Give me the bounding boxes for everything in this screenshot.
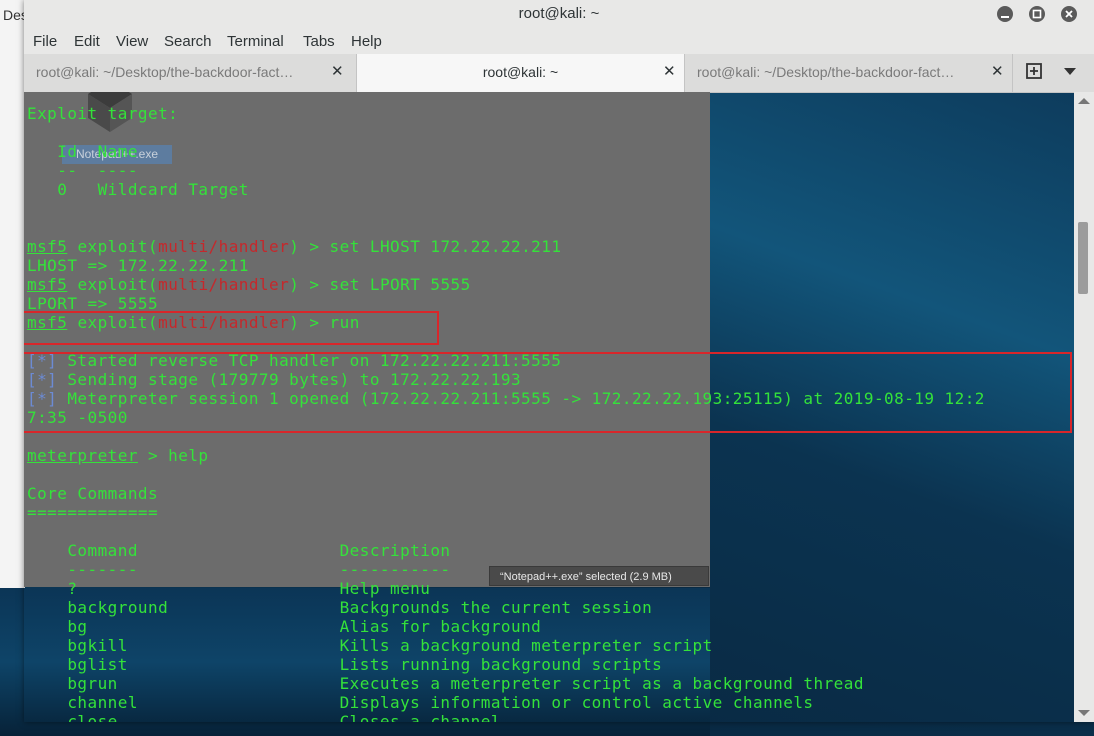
column-description: Description — [339, 541, 451, 560]
menu-bar: File Edit View Search Terminal Tabs Help — [24, 30, 1094, 54]
scroll-down-icon[interactable] — [1078, 710, 1090, 716]
target-table-rule: -- ---- — [27, 161, 138, 180]
tab-backdoor-factory-1[interactable]: root@kali: ~/Desktop/the-backdoor-fact… … — [24, 54, 357, 92]
prompt-exploit: exploit( — [77, 275, 159, 294]
command-name: bgkill — [67, 636, 128, 655]
prompt-end: ) > — [289, 275, 330, 294]
meterpreter-prompt: meterpreter — [27, 446, 138, 465]
column-description-rule: ----------- — [339, 560, 451, 579]
menu-file[interactable]: File — [33, 33, 57, 50]
tab-label: root@kali: ~/Desktop/the-backdoor-fact… — [36, 64, 294, 80]
tab-menu-chevron-down-icon[interactable] — [1064, 68, 1076, 75]
command-name: background — [67, 598, 169, 617]
command-description: Displays information or control active c… — [339, 693, 814, 712]
target-table-header: Id Name — [27, 142, 138, 161]
new-tab-icon[interactable] — [1025, 62, 1043, 80]
menu-view[interactable]: View — [116, 33, 148, 50]
tab-label: root@kali: ~/Desktop/the-backdoor-fact… — [697, 64, 955, 80]
core-commands-header: Core Commands — [27, 484, 159, 503]
command-name: close — [67, 712, 118, 722]
msf-prompt: msf5 — [27, 237, 68, 256]
menu-edit[interactable]: Edit — [74, 33, 100, 50]
menu-help[interactable]: Help — [351, 33, 382, 50]
command-set-lhost: set LHOST 172.22.22.211 — [329, 237, 562, 256]
tab-close-icon[interactable]: ✕ — [991, 62, 1004, 80]
command-list: ? Help menu background Backgrounds the c… — [27, 579, 864, 722]
title-bar[interactable]: root@kali: ~ — [24, 0, 1094, 31]
minimize-icon[interactable] — [997, 6, 1013, 22]
msf-prompt: msf5 — [27, 275, 68, 294]
scroll-up-icon[interactable] — [1078, 98, 1090, 104]
prompt-module: multi/handler — [158, 275, 290, 294]
column-command-rule: ------- — [27, 560, 138, 579]
close-icon[interactable] — [1061, 6, 1077, 22]
menu-terminal[interactable]: Terminal — [227, 33, 284, 50]
tab-backdoor-factory-2[interactable]: root@kali: ~/Desktop/the-backdoor-fact… … — [685, 54, 1013, 92]
menu-tabs[interactable]: Tabs — [303, 33, 335, 50]
command-description: Alias for background — [339, 617, 542, 636]
core-commands-rule: ============= — [27, 503, 159, 522]
command-description: Executes a meterpreter script as a backg… — [339, 674, 864, 693]
target-row: 0 Wildcard Target — [27, 180, 249, 199]
tab-root-kali[interactable]: root@kali: ~ ✕ — [357, 54, 685, 92]
command-name: bg — [67, 617, 88, 636]
terminal-window: root@kali: ~ File Edit View Search Termi… — [24, 0, 1094, 722]
scrollbar[interactable] — [1074, 92, 1094, 722]
tab-bar: root@kali: ~/Desktop/the-backdoor-fact… … — [24, 54, 1094, 93]
highlight-run-command — [24, 311, 439, 345]
prompt-module: multi/handler — [158, 237, 290, 256]
prompt-exploit: exploit( — [77, 237, 159, 256]
command-set-lport: set LPORT 5555 — [329, 275, 471, 294]
background-window: Des — [0, 0, 28, 588]
command-description: Kills a background meterpreter script — [339, 636, 713, 655]
command-description: Help menu — [339, 579, 431, 598]
command-name: channel — [67, 693, 138, 712]
window-title: root@kali: ~ — [518, 5, 600, 22]
maximize-icon[interactable] — [1029, 6, 1045, 22]
command-description: Backgrounds the current session — [339, 598, 653, 617]
tab-close-icon[interactable]: ✕ — [663, 62, 676, 80]
tab-close-icon[interactable]: ✕ — [331, 62, 344, 80]
highlight-session-output — [24, 352, 1072, 433]
command-description: Lists running background scripts — [339, 655, 663, 674]
terminal-area[interactable]: Notepad++.exe “Notepad++.exe” selected (… — [24, 92, 1074, 722]
output-lhost: LHOST => 172.22.22.211 — [27, 256, 249, 275]
exploit-target-header: Exploit target: — [27, 104, 179, 123]
column-command: Command — [27, 541, 138, 560]
command-name: bglist — [67, 655, 128, 674]
menu-search[interactable]: Search — [164, 33, 212, 50]
prompt-end: ) > — [289, 237, 330, 256]
command-name: bgrun — [67, 674, 118, 693]
scrollbar-thumb[interactable] — [1078, 222, 1088, 294]
command-description: Closes a channel — [339, 712, 501, 722]
command-name: ? — [67, 579, 78, 598]
command-help: > help — [137, 446, 209, 465]
tab-label: root@kali: ~ — [482, 64, 559, 80]
